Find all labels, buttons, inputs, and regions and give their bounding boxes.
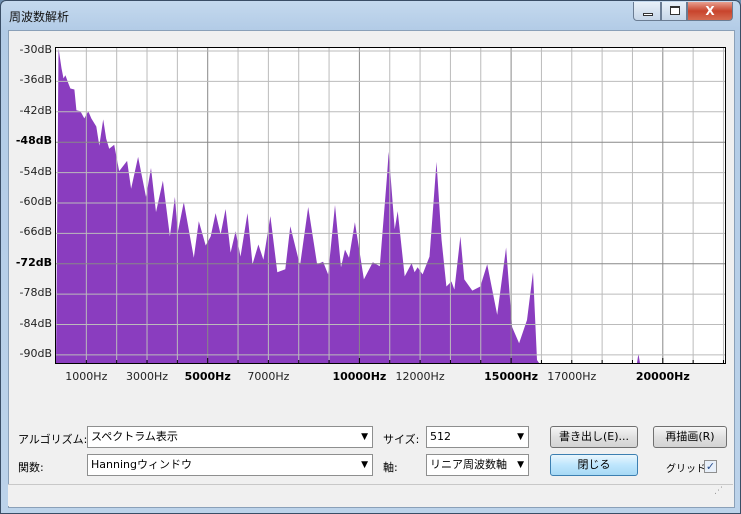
y-tick-label: -42dB bbox=[19, 103, 53, 117]
axis-value: リニア周波数軸 bbox=[430, 458, 507, 471]
maximize-button[interactable] bbox=[661, 2, 687, 21]
maximize-icon bbox=[670, 6, 680, 15]
size-label: サイズ: bbox=[383, 433, 420, 446]
grid-label: グリッド bbox=[666, 464, 706, 475]
y-tick-label: -60dB bbox=[19, 194, 53, 208]
chevron-down-icon: ▼ bbox=[361, 460, 368, 470]
y-tick-label: -66dB bbox=[19, 225, 53, 239]
chevron-down-icon: ▼ bbox=[517, 460, 524, 470]
function-label: 関数: bbox=[18, 461, 44, 474]
window-title: 周波数解析 bbox=[9, 10, 70, 24]
axis-label: 軸: bbox=[383, 461, 398, 474]
export-button[interactable]: 書き出し(E)... bbox=[550, 426, 638, 448]
y-tick-label: -48dB bbox=[15, 134, 52, 148]
minimize-button[interactable] bbox=[633, 2, 661, 21]
y-tick-label: -72dB bbox=[15, 255, 52, 269]
y-tick-label: -54dB bbox=[19, 164, 53, 178]
x-tick-label: 1000Hz bbox=[65, 370, 108, 383]
x-tick-label: 5000Hz bbox=[184, 370, 231, 383]
function-value: Hanningウィンドウ bbox=[91, 458, 192, 471]
algorithm-select[interactable]: スペクトラム表示 ▼ bbox=[87, 426, 373, 448]
x-tick-label: 7000Hz bbox=[247, 370, 290, 383]
spectrum-chart bbox=[56, 48, 725, 363]
x-tick-label: 20000Hz bbox=[635, 370, 690, 383]
close-button[interactable]: 閉じる bbox=[550, 454, 638, 476]
y-tick-label: -90dB bbox=[19, 346, 53, 360]
axis-select[interactable]: リニア周波数軸 ▼ bbox=[426, 454, 529, 476]
status-bar: ⋰ bbox=[8, 484, 733, 506]
close-window-button[interactable]: X bbox=[687, 2, 733, 21]
x-tick-label: 12000Hz bbox=[395, 370, 445, 383]
size-value: 512 bbox=[430, 430, 451, 443]
x-tick-label: 17000Hz bbox=[547, 370, 597, 383]
x-tick-label: 10000Hz bbox=[332, 370, 387, 383]
size-select[interactable]: 512 ▼ bbox=[426, 426, 529, 448]
y-tick-label: -84dB bbox=[19, 316, 53, 330]
minimize-icon bbox=[643, 13, 653, 16]
spectrum-area bbox=[56, 48, 640, 363]
grid-checkbox[interactable]: ✓ bbox=[704, 460, 717, 473]
algorithm-value: スペクトラム表示 bbox=[91, 430, 178, 443]
y-tick-label: -36dB bbox=[19, 73, 53, 87]
resize-grip-icon[interactable]: ⋰ bbox=[714, 486, 723, 496]
redraw-button[interactable]: 再描画(R) bbox=[653, 426, 727, 448]
chevron-down-icon: ▼ bbox=[517, 432, 524, 442]
chevron-down-icon: ▼ bbox=[361, 432, 368, 442]
spectrum-plot bbox=[55, 47, 726, 364]
y-tick-label: -78dB bbox=[19, 286, 53, 300]
x-tick-label: 15000Hz bbox=[484, 370, 539, 383]
y-tick-label: -30dB bbox=[19, 43, 53, 57]
function-select[interactable]: Hanningウィンドウ ▼ bbox=[87, 454, 373, 476]
x-tick-label: 3000Hz bbox=[125, 370, 169, 383]
algorithm-label: アルゴリズム: bbox=[18, 433, 88, 446]
